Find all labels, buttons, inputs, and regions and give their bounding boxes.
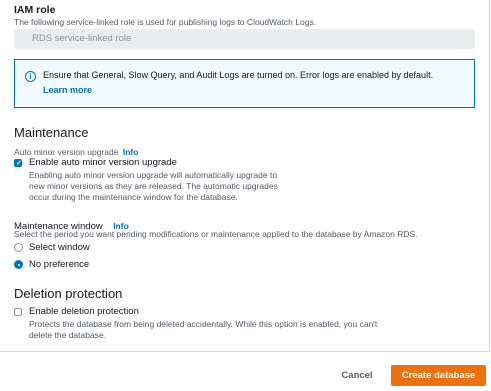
auto-upgrade-label: Auto minor version upgrade: [14, 147, 119, 157]
deletion-protection-checkbox-label[interactable]: Enable deletion protection: [29, 306, 139, 317]
checkmark-icon: ✓: [16, 160, 22, 167]
radio-select-window[interactable]: [14, 243, 23, 252]
auto-upgrade-checkbox[interactable]: ✓: [14, 159, 22, 167]
auto-upgrade-desc-line-3: occur during the maintenance window for …: [29, 192, 238, 202]
learn-more-link[interactable]: Learn more: [43, 85, 92, 95]
create-database-button[interactable]: Create database: [391, 365, 486, 386]
auto-upgrade-desc-line-1: Enabling auto minor version upgrade will…: [29, 170, 278, 180]
radio-no-preference[interactable]: [14, 260, 23, 269]
radio-select-window-label[interactable]: Select window: [29, 242, 90, 253]
maintenance-heading: Maintenance: [14, 125, 89, 140]
auto-upgrade-desc-line-2: new minor versions as they are released.…: [29, 181, 278, 191]
info-circle-icon: i: [25, 71, 36, 82]
auto-upgrade-info-link[interactable]: Info: [123, 147, 139, 157]
iam-role-label: IAM role: [14, 4, 56, 16]
deletion-protection-desc-line-2: delete the database.: [29, 330, 107, 340]
cancel-button[interactable]: Cancel: [333, 366, 381, 386]
iam-role-description: The following service-linked role is use…: [14, 17, 317, 27]
alert-text: Ensure that General, Slow Query, and Aud…: [43, 70, 434, 80]
deletion-protection-heading: Deletion protection: [14, 286, 123, 301]
form-panel: IAM role The following service-linked ro…: [0, 0, 490, 352]
info-alert: i Ensure that General, Slow Query, and A…: [14, 59, 475, 108]
deletion-protection-desc-line-1: Protects the database from being deleted…: [29, 319, 378, 329]
deletion-protection-checkbox[interactable]: [14, 308, 22, 316]
iam-role-field: RDS service-linked role: [14, 29, 475, 49]
maintenance-window-desc: Select the period you want pending modif…: [14, 229, 418, 239]
radio-no-preference-label[interactable]: No preference: [29, 259, 89, 270]
auto-upgrade-checkbox-label[interactable]: Enable auto minor version upgrade: [29, 157, 177, 168]
